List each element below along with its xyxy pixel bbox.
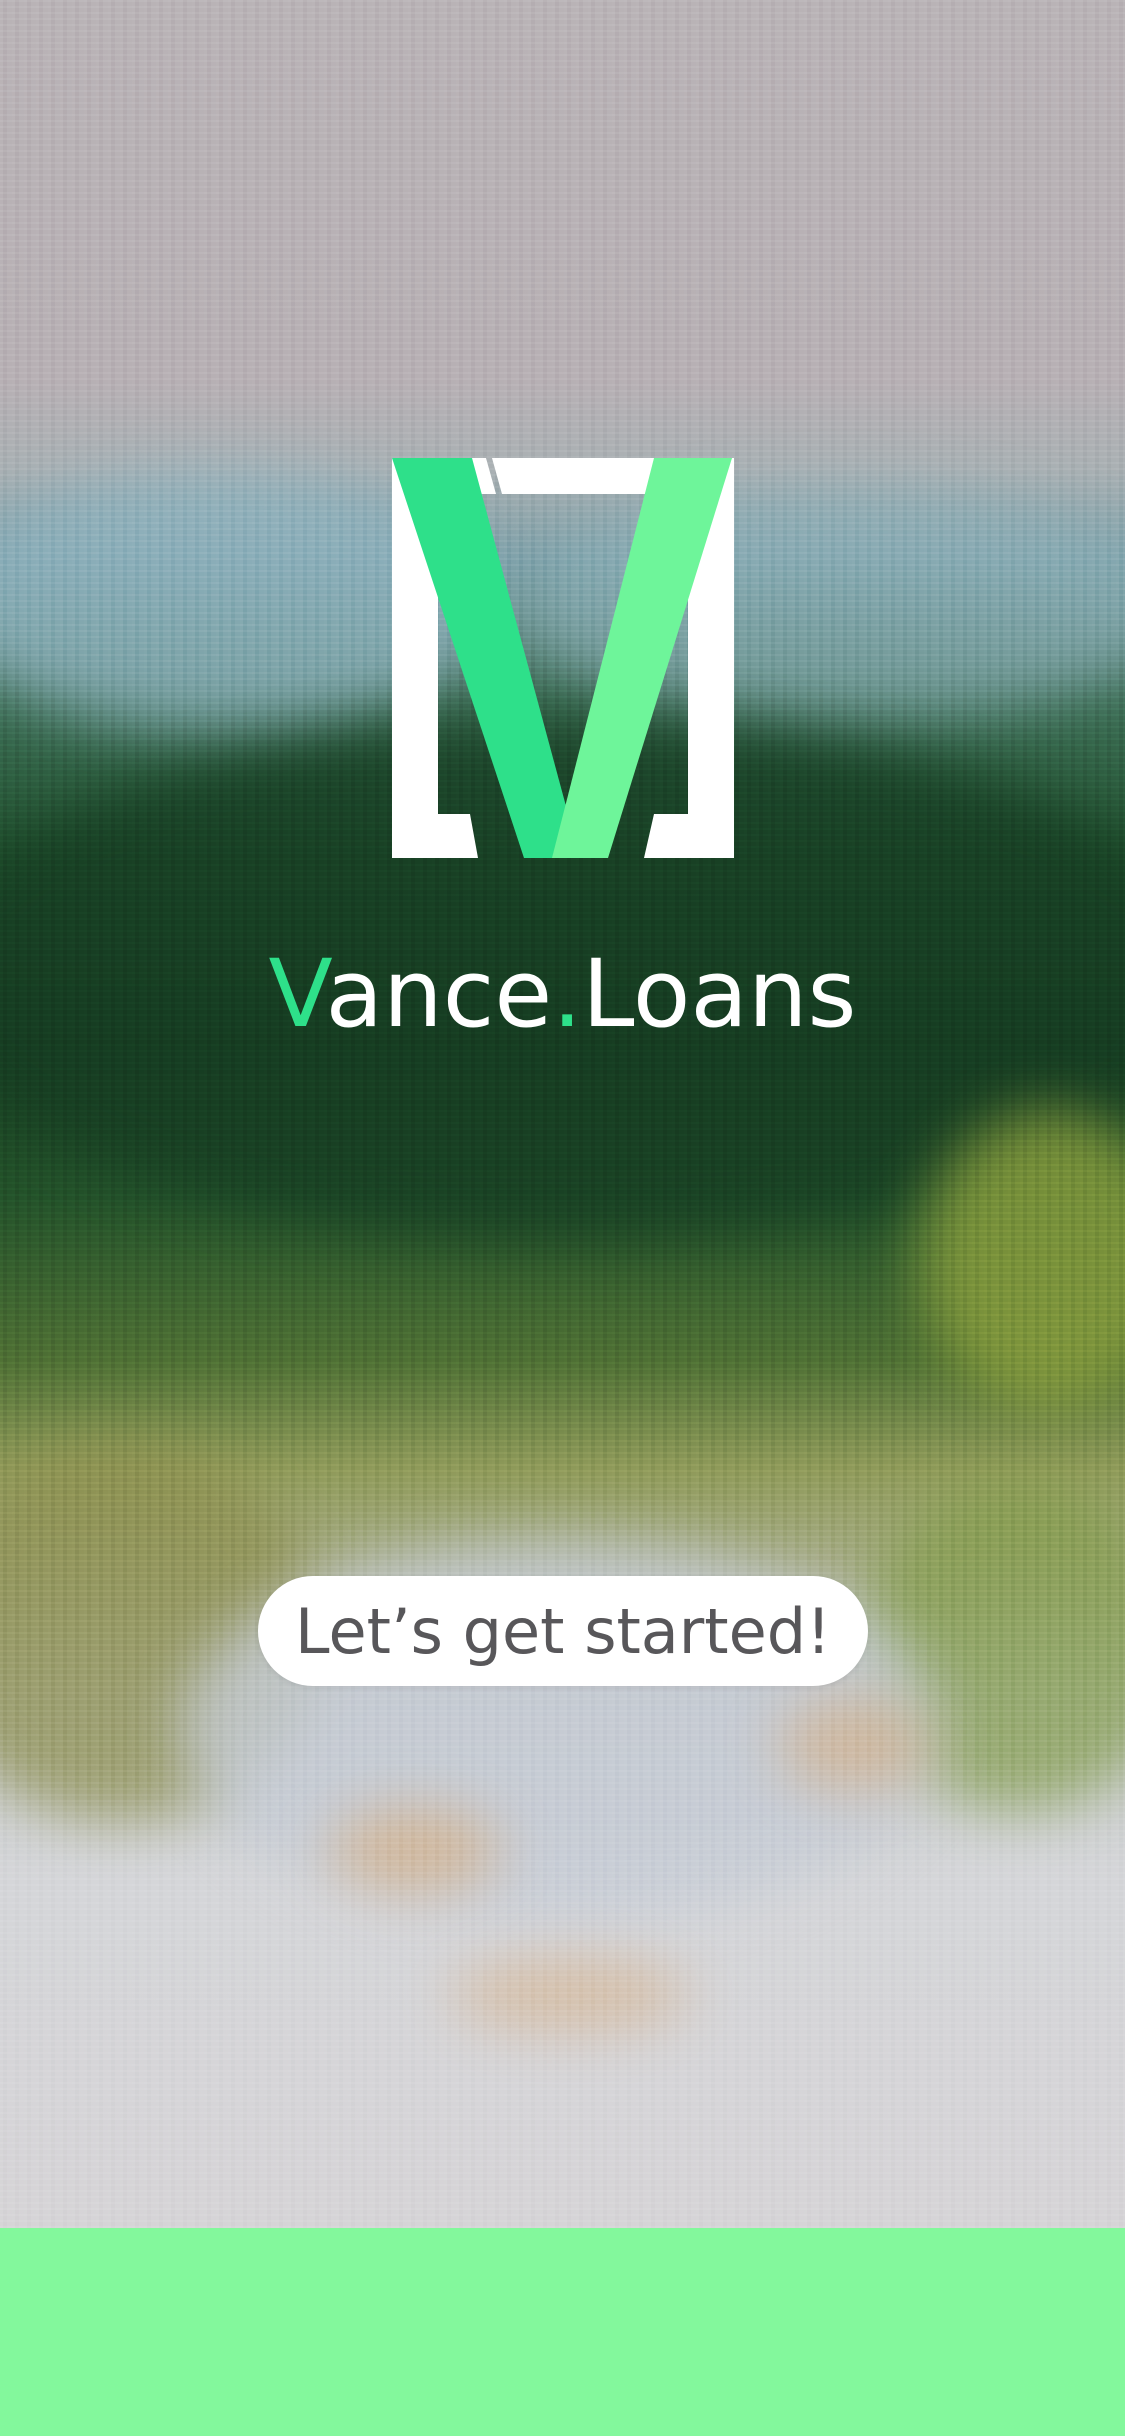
logo-frame-top bbox=[492, 458, 664, 494]
brand-middle: ance bbox=[325, 940, 553, 1049]
brand-suffix: Loans bbox=[582, 940, 857, 1049]
footer-bar bbox=[0, 2228, 1125, 2436]
brand-initial: V bbox=[268, 940, 326, 1049]
background-image bbox=[0, 0, 1125, 2228]
brand-dot: . bbox=[552, 940, 583, 1049]
brand-name: Vance.Loans bbox=[0, 935, 1125, 1055]
get-started-label: Let’s get started! bbox=[295, 1594, 831, 1668]
bg-glass-texture bbox=[0, 0, 1125, 2228]
vance-logo-icon bbox=[392, 458, 734, 858]
get-started-button[interactable]: Let’s get started! bbox=[258, 1576, 868, 1686]
splash-screen: Vance.Loans Let’s get started! bbox=[0, 0, 1125, 2436]
